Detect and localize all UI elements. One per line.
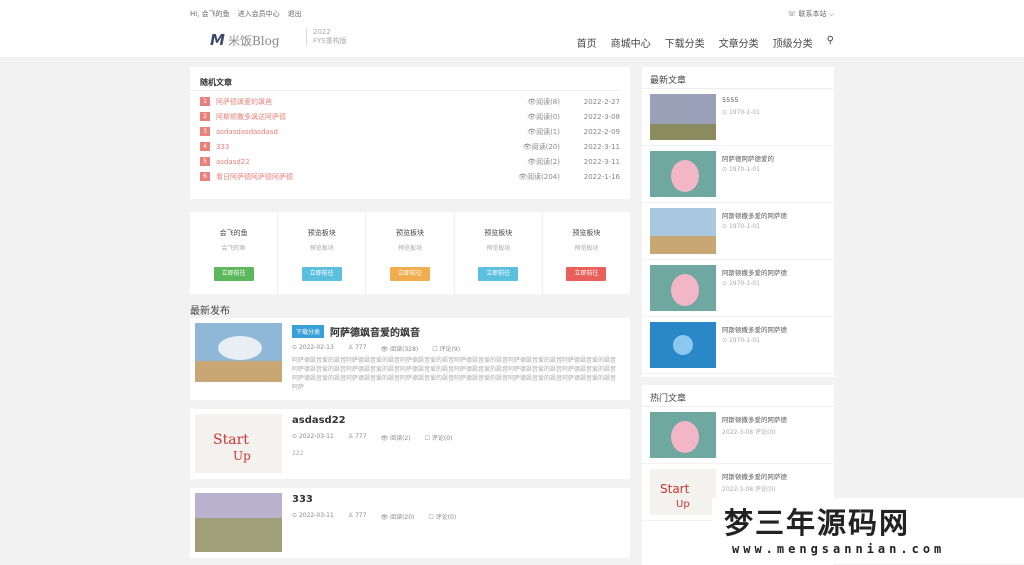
latest-article-item[interactable]: 5555 ⊙ 1970-1-01 [642, 89, 834, 146]
header: M 米饭Blog 2022 FYS重构版 首页 商城中心 下载分类 文章分类 顶级分… [0, 28, 1024, 58]
category-tag[interactable]: 下载分类 [292, 325, 325, 338]
preview-block: 预览板块 预览板块 立即前往 [366, 212, 455, 294]
main-nav: 首页 商城中心 下载分类 文章分类 顶级分类 ⚲ [577, 35, 834, 50]
section-title: 最新发布 [190, 306, 230, 317]
preview-block: 预览板块 预览板块 立即前往 [543, 212, 630, 294]
post-title[interactable]: 阿萨德飒音爱的飒音 [330, 324, 420, 339]
svg-text:Start: Start [660, 482, 690, 496]
post-thumbnail[interactable] [195, 493, 282, 552]
go-button[interactable]: 立即前往 [390, 267, 430, 281]
hot-title: 热门文章 [642, 385, 834, 407]
logo-mark: M [210, 31, 225, 49]
article-thumbnail[interactable] [650, 265, 716, 311]
top-bar: Hi, 会飞的鱼 进入会员中心 退出 ☏ 联系本站 ⌵ [0, 0, 1024, 28]
preview-block: 会飞的鱼 会飞的鱼 立即前往 [190, 212, 279, 294]
search-icon[interactable]: ⚲ [827, 35, 834, 50]
article-thumbnail[interactable] [650, 208, 716, 254]
nav-article[interactable]: 文章分类 [719, 35, 759, 50]
post-card[interactable]: 333 ⊙ 2022-03-11 ♙ 777 👁 阅读(20) ☐ 评论(0) [190, 488, 630, 558]
go-button[interactable]: 立即前往 [566, 267, 607, 281]
preview-block: 预览板块 预览板块 立即前往 [278, 212, 367, 294]
logo-text: 米饭Blog [227, 33, 280, 48]
article-thumbnail[interactable] [650, 322, 716, 368]
latest-title: 最新文章 [642, 67, 834, 89]
go-button[interactable]: 立即前往 [213, 267, 254, 281]
nav-home[interactable]: 首页 [577, 35, 597, 50]
post-excerpt: 222 [292, 450, 304, 457]
svg-text:Up: Up [233, 449, 251, 463]
logout-link[interactable]: 退出 [288, 10, 302, 18]
preview-blocks: 会飞的鱼 会飞的鱼 立即前往 预览板块 预览板块 立即前往 预览板块 预览板块 立即前往 预览板块… [190, 212, 630, 294]
article-thumbnail[interactable] [650, 94, 716, 140]
article-thumbnail[interactable] [650, 151, 716, 197]
random-article-item[interactable]: 5 asdasd22 👁阅读(2) 2022-3-11 [190, 154, 630, 169]
svg-text:Up: Up [676, 499, 690, 510]
latest-article-item[interactable]: 阿斯顿撒多爱的阿萨德 ⊙ 1970-1-01 [642, 317, 834, 374]
latest-article-item[interactable]: 阿萨德阿萨德爱的 ⊙ 1970-1-01 [642, 146, 834, 203]
svg-text:Start: Start [213, 432, 249, 448]
random-title: 随机文章 [190, 67, 620, 91]
random-articles: 随机文章 1 阿萨德飒爱的飒爸 👁阅读(8) 2022-2-27 2 阿斯顿撒多飒达阿萨德… [190, 67, 630, 199]
latest-article-item[interactable]: 阿斯顿撒多爱的阿萨德 ⊙ 1970-1-01 [642, 203, 834, 260]
logo[interactable]: M 米饭Blog [210, 31, 280, 49]
nav-top[interactable]: 顶级分类 [773, 35, 813, 50]
latest-articles: 最新文章 5555 ⊙ 1970-1-01 阿萨德阿萨德爱的 ⊙ 1970-1-01 阿… [642, 67, 834, 377]
nav-download[interactable]: 下载分类 [665, 35, 705, 50]
post-card[interactable]: Start Up asdasd22 ⊙ 2022-03-11 ♙ 777 👁 阅读(2… [190, 409, 630, 479]
post-card[interactable]: 下载分类 阿萨德飒音爱的飒音 ⊙ 2022-02-13 ♙ 777 👁 阅读(328)… [190, 318, 630, 400]
watermark: 梦三年源码网 www.mengsannian.com [712, 498, 1024, 564]
contact-link[interactable]: ☏ 联系本站 ⌵ [787, 9, 834, 19]
random-article-item[interactable]: 6 看日阿萨德阿萨德阿萨德 👁阅读(204) 2022-1-16 [190, 169, 630, 184]
watermark-url: www.mengsannian.com [732, 542, 946, 556]
random-article-item[interactable]: 2 阿斯顿撒多飒达阿萨德 👁阅读(0) 2022-3-08 [190, 109, 630, 124]
go-button[interactable]: 立即前往 [301, 267, 342, 281]
post-title[interactable]: asdasd22 [292, 415, 346, 426]
logo-subtitle: 2022 FYS重构版 [306, 28, 347, 46]
post-thumbnail[interactable] [195, 323, 282, 382]
hot-article-item[interactable]: 阿斯顿撒多爱的阿萨德 2022-3-08 评论(0) [642, 407, 834, 464]
article-thumbnail[interactable] [650, 412, 716, 458]
random-article-item[interactable]: 3 asdasdasdasdasd 👁阅读(1) 2022-2-09 [190, 124, 630, 139]
nav-shop[interactable]: 商城中心 [611, 35, 651, 50]
watermark-text: 梦三年源码网 [724, 506, 911, 540]
member-center-link[interactable]: 进入会员中心 [238, 10, 280, 18]
greeting: Hi, 会飞的鱼 [190, 10, 230, 18]
post-title[interactable]: 333 [292, 494, 313, 505]
article-thumbnail[interactable]: Start Up [650, 469, 716, 515]
random-article-item[interactable]: 1 阿萨德飒爱的飒爸 👁阅读(8) 2022-2-27 [190, 94, 630, 109]
go-button[interactable]: 立即前往 [478, 267, 519, 281]
random-article-item[interactable]: 4 333 👁阅读(20) 2022-3-11 [190, 139, 630, 154]
post-thumbnail[interactable]: StartUp [195, 414, 282, 473]
post-excerpt: 阿萨德飒音爱的飒音阿萨德飒音爱的飒音阿萨德飒音爱的飒音阿萨德飒音爱的飒音阿萨德飒… [292, 357, 617, 391]
latest-article-item[interactable]: 阿斯顿撒多爱的阿萨德 ⊙ 1970-1-01 [642, 260, 834, 317]
preview-block: 预览板块 预览板块 立即前往 [455, 212, 543, 294]
